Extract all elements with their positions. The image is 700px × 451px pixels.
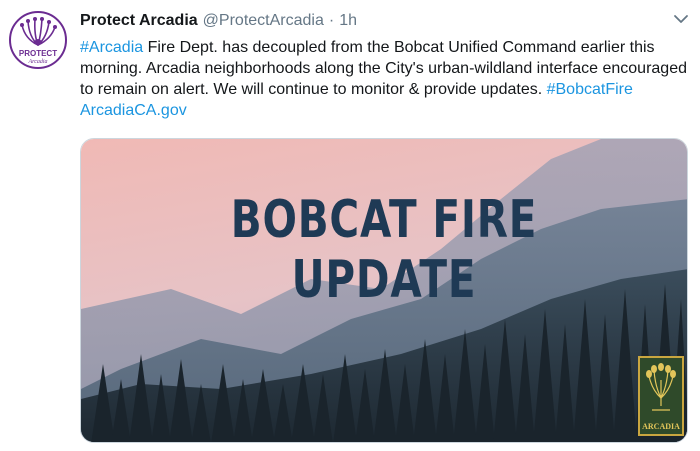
avatar-top-text: PROTECT bbox=[19, 49, 57, 58]
hashtag-arcadia-link[interactable]: #Arcadia bbox=[80, 39, 143, 56]
avatar[interactable]: PROTECT Arcadia bbox=[9, 11, 67, 69]
seal-label: ARCADIA bbox=[642, 422, 680, 431]
media-title-line-1: BOBCAT FIRE bbox=[230, 190, 538, 250]
separator-dot: · bbox=[328, 12, 335, 29]
city-seal-icon: ARCADIA bbox=[638, 356, 684, 436]
arcadiaca-gov-link[interactable]: ArcadiaCA.gov bbox=[80, 102, 187, 119]
avatar-bottom-text: Arcadia bbox=[27, 59, 47, 65]
tweet-header: Protect Arcadia @ProtectArcadia · 1h bbox=[80, 10, 357, 32]
tweet[interactable]: PROTECT Arcadia Protect Arcadia @Protect… bbox=[0, 0, 700, 451]
tweet-media-image[interactable]: BOBCAT FIRE UPDATE ARCADIA bbox=[80, 138, 688, 443]
tweet-text: #Arcadia Fire Dept. has decoupled from t… bbox=[80, 37, 690, 121]
chevron-down-icon[interactable] bbox=[672, 12, 690, 26]
author-name[interactable]: Protect Arcadia bbox=[80, 12, 198, 30]
peacock-logo-icon: PROTECT Arcadia bbox=[19, 17, 57, 65]
media-title-line-2: UPDATE bbox=[291, 250, 477, 310]
author-handle[interactable]: @ProtectArcadia bbox=[203, 12, 324, 30]
hashtag-bobcatfire-link[interactable]: #BobcatFire bbox=[547, 81, 633, 98]
timestamp[interactable]: 1h bbox=[339, 12, 357, 30]
